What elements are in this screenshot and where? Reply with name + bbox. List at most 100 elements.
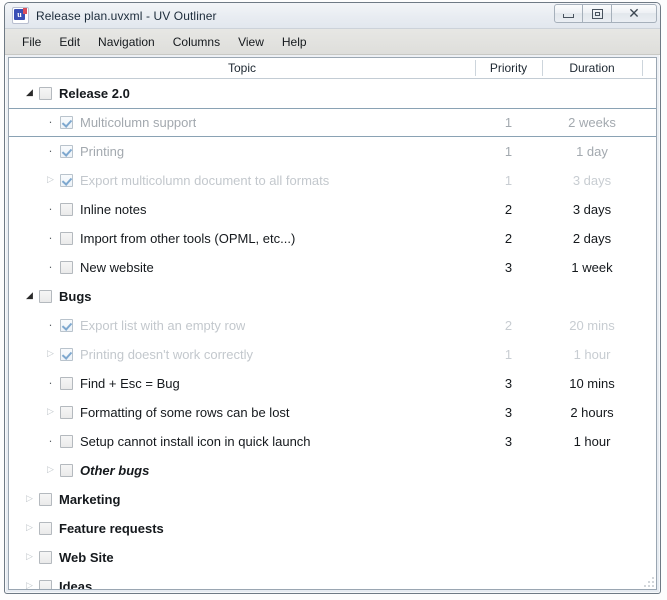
collapse-triangle-icon[interactable]: ▷ <box>23 582 36 590</box>
app-icon[interactable]: u <box>12 7 29 24</box>
row-priority-cell[interactable]: 1 <box>475 340 542 369</box>
row-topic-label[interactable]: Bugs <box>59 289 92 304</box>
row-priority-cell[interactable]: 3 <box>475 253 542 282</box>
row-checkbox[interactable] <box>60 232 73 245</box>
row-duration-cell[interactable]: 1 hour <box>542 427 642 456</box>
row-topic-label[interactable]: Inline notes <box>80 202 147 217</box>
row-topic-label[interactable]: New website <box>80 260 154 275</box>
collapse-triangle-icon[interactable]: ▷ <box>44 466 57 475</box>
row-duration-cell[interactable] <box>542 79 642 108</box>
outline-row[interactable]: ▷ Printing doesn't work correctly 1 1 hour <box>9 340 656 369</box>
row-topic-label[interactable]: Printing <box>80 144 124 159</box>
row-checkbox[interactable] <box>60 203 73 216</box>
column-header-duration[interactable]: Duration <box>542 58 642 78</box>
row-checkbox[interactable] <box>39 493 52 506</box>
row-duration-cell[interactable]: 20 mins <box>542 311 642 340</box>
resize-grip-icon[interactable] <box>642 575 654 587</box>
menu-item-edit[interactable]: Edit <box>50 32 89 52</box>
outline-row[interactable]: ▷ Ideas <box>9 572 656 589</box>
row-checkbox[interactable] <box>60 116 73 129</box>
row-checkbox[interactable] <box>39 580 52 589</box>
row-priority-cell[interactable]: 1 <box>475 109 542 136</box>
row-priority-cell[interactable]: 2 <box>475 195 542 224</box>
outline-row[interactable]: · Find + Esc = Bug 3 10 mins <box>9 369 656 398</box>
row-duration-cell[interactable]: 3 days <box>542 166 642 195</box>
outline-row[interactable]: ▷ Formatting of some rows can be lost 3 2 h… <box>9 398 656 427</box>
row-checkbox[interactable] <box>39 522 52 535</box>
row-checkbox[interactable] <box>39 290 52 303</box>
row-priority-cell[interactable]: 2 <box>475 311 542 340</box>
row-priority-cell[interactable]: 2 <box>475 224 542 253</box>
row-priority-cell[interactable] <box>475 79 542 108</box>
row-priority-cell[interactable]: 1 <box>475 166 542 195</box>
row-topic-label[interactable]: Setup cannot install icon in quick launc… <box>80 434 311 449</box>
row-duration-cell[interactable]: 2 hours <box>542 398 642 427</box>
row-checkbox[interactable] <box>60 319 73 332</box>
row-duration-cell[interactable] <box>542 456 642 485</box>
column-header-topic[interactable]: Topic <box>9 58 475 78</box>
outline-row[interactable]: ▷ Web Site <box>9 543 656 572</box>
row-duration-cell[interactable]: 3 days <box>542 195 642 224</box>
row-priority-cell[interactable]: 3 <box>475 369 542 398</box>
outline-row[interactable]: · Multicolumn support 1 2 weeks <box>9 108 656 137</box>
menu-item-help[interactable]: Help <box>273 32 316 52</box>
row-checkbox[interactable] <box>60 261 73 274</box>
outline-row[interactable]: ▷ Other bugs <box>9 456 656 485</box>
outline-row[interactable]: · Printing 1 1 day <box>9 137 656 166</box>
row-checkbox[interactable] <box>60 464 73 477</box>
row-topic-label[interactable]: Marketing <box>59 492 120 507</box>
row-topic-label[interactable]: Find + Esc = Bug <box>80 376 180 391</box>
row-topic-label[interactable]: Multicolumn support <box>80 115 196 130</box>
minimize-button[interactable] <box>554 4 583 23</box>
outline-row[interactable]: · Setup cannot install icon in quick laun… <box>9 427 656 456</box>
column-header-priority[interactable]: Priority <box>475 58 542 78</box>
row-priority-cell[interactable] <box>475 485 542 514</box>
row-checkbox[interactable] <box>39 87 52 100</box>
collapse-triangle-icon[interactable]: ▷ <box>23 495 36 504</box>
collapse-triangle-icon[interactable]: ▷ <box>23 524 36 533</box>
column-divider-3[interactable] <box>642 60 643 76</box>
row-duration-cell[interactable] <box>542 514 642 543</box>
row-priority-cell[interactable] <box>475 543 542 572</box>
collapse-triangle-icon[interactable]: ▷ <box>23 553 36 562</box>
row-checkbox[interactable] <box>60 435 73 448</box>
menu-item-file[interactable]: File <box>13 32 50 52</box>
row-duration-cell[interactable] <box>542 485 642 514</box>
row-checkbox[interactable] <box>60 174 73 187</box>
outline-row[interactable]: ▷ Export multicolumn document to all form… <box>9 166 656 195</box>
row-duration-cell[interactable]: 2 days <box>542 224 642 253</box>
outline-row[interactable]: · New website 3 1 week <box>9 253 656 282</box>
row-priority-cell[interactable]: 1 <box>475 137 542 166</box>
collapse-triangle-icon[interactable]: ▷ <box>44 176 57 185</box>
outline-row[interactable]: · Export list with an empty row 2 20 mins <box>9 311 656 340</box>
expand-triangle-icon[interactable]: ◢ <box>23 292 36 301</box>
row-duration-cell[interactable]: 10 mins <box>542 369 642 398</box>
outline-row[interactable]: · Inline notes 2 3 days <box>9 195 656 224</box>
row-priority-cell[interactable]: 3 <box>475 398 542 427</box>
row-topic-label[interactable]: Release 2.0 <box>59 86 130 101</box>
row-duration-cell[interactable]: 1 hour <box>542 340 642 369</box>
row-topic-label[interactable]: Ideas <box>59 579 92 589</box>
outline-row[interactable]: ◢ Release 2.0 <box>9 79 656 108</box>
row-topic-label[interactable]: Other bugs <box>80 463 149 478</box>
row-topic-label[interactable]: Export list with an empty row <box>80 318 245 333</box>
row-duration-cell[interactable]: 2 weeks <box>542 109 642 136</box>
outline-row[interactable]: · Import from other tools (OPML, etc...) 2… <box>9 224 656 253</box>
maximize-button[interactable] <box>583 4 612 23</box>
menu-item-navigation[interactable]: Navigation <box>89 32 164 52</box>
row-topic-label[interactable]: Formatting of some rows can be lost <box>80 405 290 420</box>
row-topic-label[interactable]: Import from other tools (OPML, etc...) <box>80 231 295 246</box>
collapse-triangle-icon[interactable]: ▷ <box>44 350 57 359</box>
row-checkbox[interactable] <box>60 406 73 419</box>
menu-item-view[interactable]: View <box>229 32 273 52</box>
row-priority-cell[interactable]: 3 <box>475 427 542 456</box>
outline-row[interactable]: ▷ Marketing <box>9 485 656 514</box>
row-checkbox[interactable] <box>60 145 73 158</box>
row-duration-cell[interactable] <box>542 282 642 311</box>
collapse-triangle-icon[interactable]: ▷ <box>44 408 57 417</box>
outline-row[interactable]: ◢ Bugs <box>9 282 656 311</box>
row-topic-label[interactable]: Web Site <box>59 550 114 565</box>
row-checkbox[interactable] <box>60 348 73 361</box>
outline-row[interactable]: ▷ Feature requests <box>9 514 656 543</box>
row-checkbox[interactable] <box>39 551 52 564</box>
